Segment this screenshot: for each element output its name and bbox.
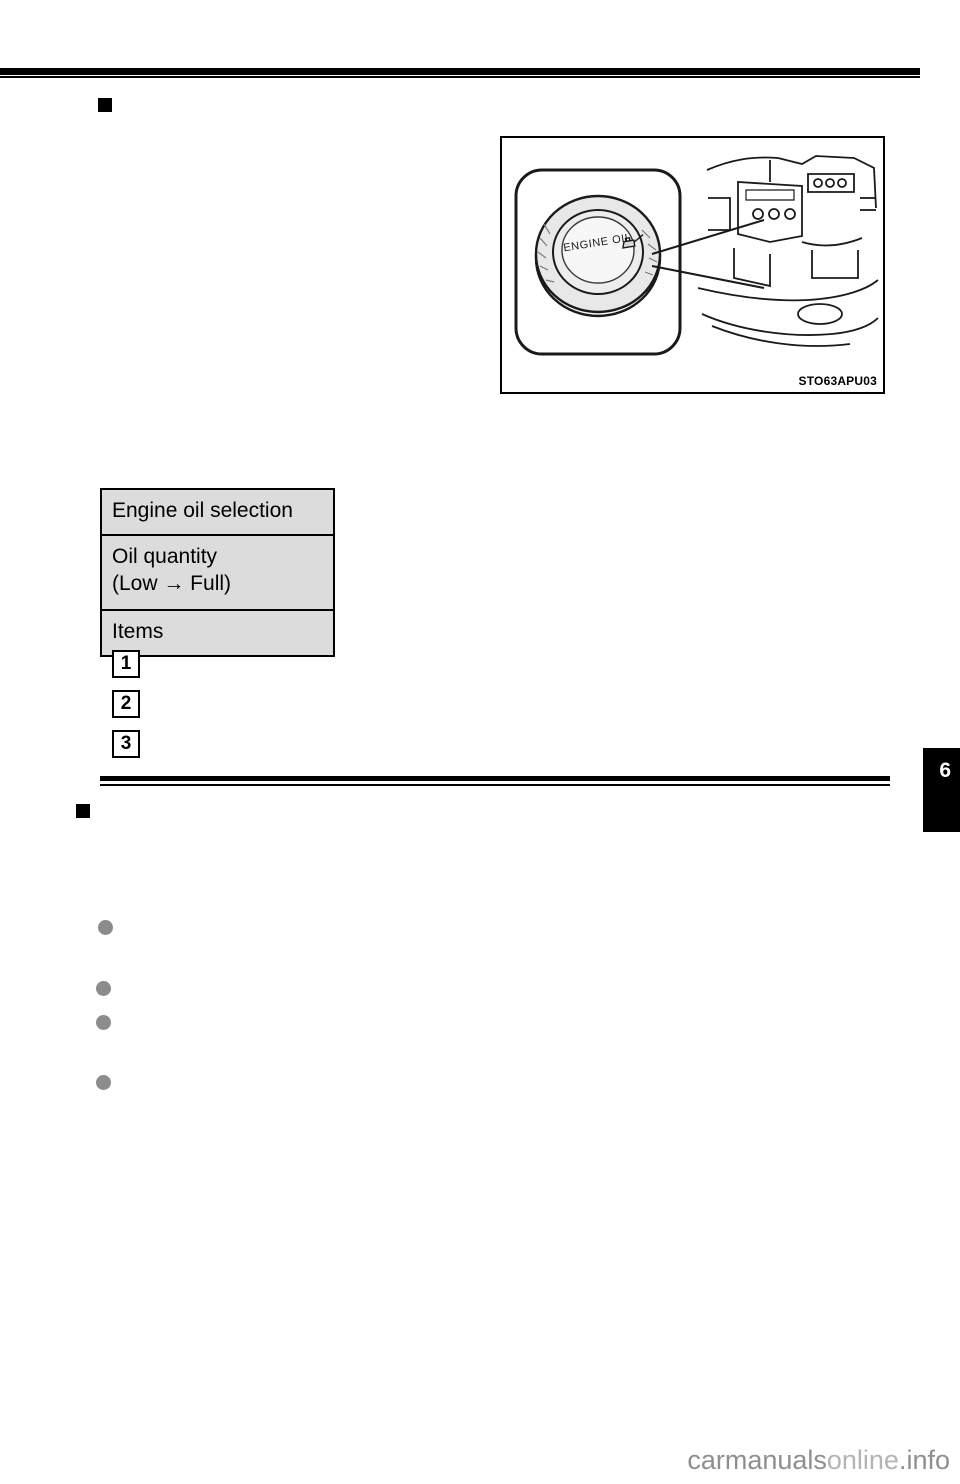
section-marker-top xyxy=(98,98,112,112)
page-top-rule-thick xyxy=(0,68,920,75)
footer-text-3: .info xyxy=(898,1445,950,1475)
section-divider-thick xyxy=(100,776,890,781)
engine-oil-table: Engine oil selection Oil quantity (Low →… xyxy=(100,487,335,658)
bullet-1 xyxy=(98,920,113,935)
table-cell-oil-quantity: Oil quantity (Low → Full) xyxy=(100,534,335,611)
table-row: Engine oil selection xyxy=(100,487,335,537)
footer-watermark: carmanualsonline.info xyxy=(687,1445,950,1476)
chapter-tab-number: 6 xyxy=(939,759,951,782)
illustration-code: STO63APU03 xyxy=(798,374,877,388)
table-cell-engine-oil-selection: Engine oil selection xyxy=(100,487,335,537)
engine-bay-drawing: ENGINE OIL xyxy=(514,155,879,356)
page-top-rule-thin xyxy=(0,76,920,78)
table-row: Oil quantity (Low → Full) xyxy=(100,534,335,611)
footer-text-1: carmanuals xyxy=(687,1445,827,1475)
callout-number-3: 3 xyxy=(112,730,140,758)
callout-number-1: 1 xyxy=(112,650,140,678)
engine-oil-illustration: ENGINE OIL STO63APU03 xyxy=(500,136,885,394)
section-marker-bottom xyxy=(76,804,90,818)
footer-text-2: online xyxy=(826,1445,899,1475)
section-divider-thin xyxy=(100,784,890,786)
bullet-2 xyxy=(96,981,111,996)
bullet-3 xyxy=(96,1015,111,1030)
callout-number-2: 2 xyxy=(112,690,140,718)
bullet-4 xyxy=(96,1075,111,1090)
